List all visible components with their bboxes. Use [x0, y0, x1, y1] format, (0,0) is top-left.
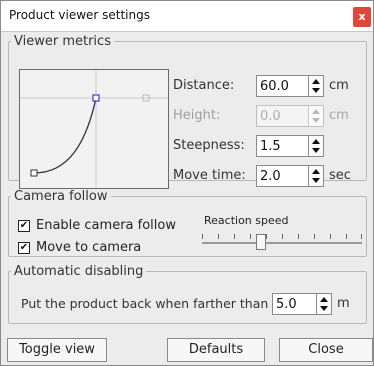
move-time-unit: sec [329, 168, 351, 183]
close-button[interactable]: Close [279, 338, 373, 362]
height-input [257, 106, 306, 126]
distance-input[interactable] [257, 76, 306, 96]
distance-unit: cm [329, 78, 349, 93]
decrement-icon[interactable] [312, 88, 320, 93]
steepness-stepper[interactable] [308, 136, 323, 156]
settings-dialog: Product viewer settings x Viewer metrics… [0, 0, 374, 366]
height-label: Height: [173, 108, 221, 123]
distance-label: Distance: [173, 78, 235, 93]
height-unit: cm [329, 108, 349, 123]
move-time-input[interactable] [257, 166, 306, 186]
reaction-speed-label: Reaction speed [204, 214, 289, 227]
decrement-icon [312, 118, 320, 123]
slider-tick [202, 234, 203, 239]
decrement-icon[interactable] [320, 306, 328, 311]
decrement-icon[interactable] [312, 178, 320, 183]
slider-tick [346, 234, 347, 239]
height-stepper [308, 106, 323, 126]
curve-preview[interactable] [19, 69, 169, 189]
move-to-camera-checkbox[interactable]: ✔ [18, 242, 30, 254]
automatic-disabling-legend: Automatic disabling [14, 264, 144, 279]
slider-tick [250, 234, 251, 239]
distance-stepper[interactable] [308, 76, 323, 96]
curve-preview-svg [20, 70, 168, 188]
camera-follow-group: Camera follow ✔ Enable camera follow ✔ M… [8, 189, 367, 257]
move-time-stepper[interactable] [308, 166, 323, 186]
put-back-unit: m [337, 296, 350, 311]
increment-icon[interactable] [312, 139, 320, 144]
viewer-metrics-group: Viewer metrics Distance: cm Height: [8, 34, 367, 189]
slider-tick [330, 234, 331, 239]
steepness-label: Steepness: [173, 138, 245, 153]
defaults-button[interactable]: Defaults [167, 338, 265, 362]
enable-camera-follow-label[interactable]: Enable camera follow [36, 218, 176, 233]
increment-icon[interactable] [320, 297, 328, 302]
move-to-camera-label[interactable]: Move to camera [36, 240, 141, 255]
slider-thumb[interactable] [256, 234, 266, 250]
put-back-label: Put the product back when farther than [21, 296, 269, 311]
title-bar: Product viewer settings x [1, 1, 373, 32]
height-spinbox [256, 105, 324, 127]
reaction-speed-slider[interactable] [202, 230, 362, 252]
close-window-button[interactable]: x [353, 7, 371, 27]
put-back-distance-spinbox[interactable] [272, 293, 332, 315]
curve-end-handle[interactable] [92, 94, 100, 102]
camera-follow-legend: Camera follow [14, 189, 108, 204]
steepness-spinbox[interactable] [256, 135, 324, 157]
slider-tick [266, 234, 267, 239]
viewer-metrics-legend: Viewer metrics [14, 34, 111, 49]
distance-spinbox[interactable] [256, 75, 324, 97]
decrement-icon[interactable] [312, 148, 320, 153]
window-title: Product viewer settings [9, 8, 150, 22]
automatic-disabling-group: Automatic disabling Put the product back… [8, 264, 367, 324]
increment-icon[interactable] [312, 79, 320, 84]
slider-tick [234, 234, 235, 239]
put-back-distance-stepper[interactable] [316, 294, 331, 314]
enable-camera-follow-checkbox[interactable]: ✔ [18, 220, 30, 232]
slider-tick [314, 234, 315, 239]
put-back-distance-input[interactable] [273, 294, 316, 314]
slider-tick [298, 234, 299, 239]
toggle-view-button[interactable]: Toggle view [7, 338, 107, 362]
steepness-input[interactable] [257, 136, 306, 156]
increment-icon[interactable] [312, 169, 320, 174]
steepness-curve [33, 97, 97, 174]
move-time-label: Move time: [173, 168, 246, 183]
increment-icon [312, 109, 320, 114]
curve-start-handle[interactable] [30, 169, 38, 177]
slider-tick [282, 234, 283, 239]
slider-tick [361, 234, 362, 239]
slider-track[interactable] [202, 242, 362, 244]
move-time-spinbox[interactable] [256, 165, 324, 187]
slider-tick [218, 234, 219, 239]
